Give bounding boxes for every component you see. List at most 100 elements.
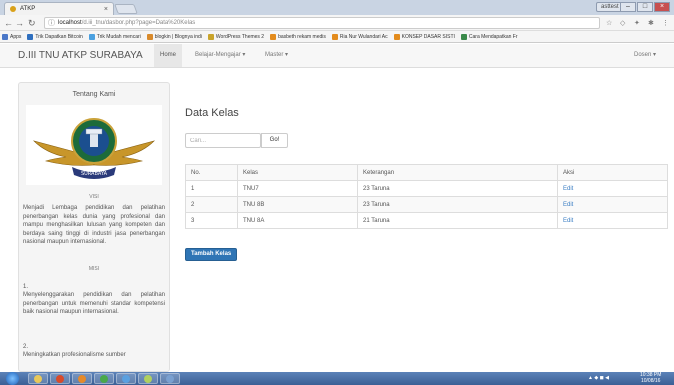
- browser-tab-strip: ATKP × asttest – □ ×: [0, 0, 674, 15]
- bookmark-label: basbeth rekam medis: [278, 33, 326, 40]
- bookmark-label: Trik Mudah mencari: [96, 33, 141, 40]
- wings-emblem-icon: SURABAYA: [32, 118, 156, 179]
- bookmark-label: Cara Mendapatkan Fr: [468, 33, 518, 40]
- minimize-button[interactable]: –: [620, 2, 636, 12]
- cell-aksi: Edit: [557, 212, 668, 229]
- maximize-button[interactable]: □: [637, 2, 653, 12]
- bookmark-label: Ria Nur Wulandari Ac: [339, 33, 388, 40]
- taskbar-media-icon[interactable]: [50, 373, 70, 384]
- nav-master[interactable]: Master ▾: [259, 44, 294, 67]
- misi-2-text: Meningkatkan profesionalisme sumber: [23, 352, 126, 358]
- kelas-table: No. Kelas Keterangan Aksi 1 TNU7 23 Taru…: [185, 164, 668, 229]
- visi-heading: VISI: [89, 194, 99, 200]
- logo-banner-text: SURABAYA: [81, 171, 108, 177]
- url-path: /d.iii_tnu/dasbor.php?page=Data%20Kelas: [81, 20, 196, 26]
- bookmarks-bar: Apps Trik Dapatkan Bitcoin Trik Mudah menc…: [0, 31, 674, 43]
- table-header-row: No. Kelas Keterangan Aksi: [185, 164, 668, 181]
- bookmark-item[interactable]: Trik Mudah mencari: [88, 33, 141, 40]
- menu-icon[interactable]: ⋮: [662, 19, 669, 27]
- bookmark-item[interactable]: Trik Dapatkan Bitcoin: [27, 33, 83, 40]
- nav-home[interactable]: Home: [154, 44, 183, 67]
- nav-belajar-mengajar[interactable]: Belajar-Mengajar ▾: [189, 44, 251, 67]
- table-row: 3 TNU 8A 21 Taruna Edit: [185, 212, 668, 229]
- bookmark-item[interactable]: Apps: [2, 33, 22, 40]
- bookmark-item[interactable]: WordPress Themes 2: [207, 33, 265, 40]
- bookmark-item[interactable]: KONSEP DASAR SISTI: [393, 33, 455, 40]
- column-header-keterangan: Keterangan: [357, 164, 558, 181]
- bookmark-favicon-icon: [393, 33, 400, 40]
- cell-keterangan: 23 Taruna: [357, 196, 558, 213]
- taskbar-network-icon[interactable]: [160, 373, 180, 384]
- nav-user-dosen[interactable]: Dosen ▾: [628, 44, 662, 67]
- taskbar-chrome-icon[interactable]: [94, 373, 114, 384]
- back-arrow-icon[interactable]: ←: [4, 17, 13, 29]
- bookmark-item[interactable]: Cara Mendapatkan Fr: [460, 33, 518, 40]
- reload-icon[interactable]: ↻: [28, 17, 36, 29]
- extension-shield-icon[interactable]: ◇: [620, 19, 625, 27]
- cell-kelas: TNU7: [237, 180, 358, 197]
- extension-puzzle-icon[interactable]: ✱: [648, 19, 654, 27]
- start-button[interactable]: [6, 372, 19, 385]
- taskbar-app-icon[interactable]: [116, 373, 136, 384]
- bookmark-label: Trik Dapatkan Bitcoin: [35, 33, 83, 40]
- taskbar-clock[interactable]: 10:38 PM 10/08/16: [640, 372, 661, 384]
- column-header-kelas: Kelas: [237, 164, 358, 181]
- bookmark-label: blogkin | Blognya indi: [154, 33, 202, 40]
- cell-kelas: TNU 8A: [237, 212, 358, 229]
- bookmark-favicon-icon: [27, 33, 34, 40]
- close-window-button[interactable]: ×: [654, 2, 670, 12]
- info-icon[interactable]: ⓘ: [48, 18, 55, 28]
- bookmark-item[interactable]: basbeth rekam medis: [270, 33, 326, 40]
- windows-taskbar: ▲ ◆ ◼ ◀ 10:38 PM 10/08/16: [0, 372, 674, 385]
- edit-link[interactable]: Edit: [563, 202, 573, 208]
- cell-no: 3: [185, 212, 238, 229]
- bookmark-favicon-icon: [88, 33, 95, 40]
- system-tray[interactable]: ▲ ◆ ◼ ◀: [588, 375, 609, 381]
- favicon-icon: [10, 6, 16, 12]
- table-row: 2 TNU 8B 23 Taruna Edit: [185, 196, 668, 213]
- search-go-button[interactable]: Go!: [261, 133, 288, 148]
- cell-no: 2: [185, 196, 238, 213]
- app-navbar: D.III TNU ATKP SURABAYA Home Belajar-Men…: [0, 44, 674, 68]
- misi-1-text: Menyelenggarakan pendidikan dan pelatiha…: [23, 292, 165, 316]
- bookmark-label: Apps: [10, 33, 22, 40]
- bookmark-item[interactable]: blogkin | Blognya indi: [146, 33, 202, 40]
- extension-icon[interactable]: ✦: [634, 19, 640, 27]
- sidebar-title: Tentang Kami: [72, 91, 116, 98]
- url-input[interactable]: ⓘ localhost /d.iii_tnu/dasbor.php?page=D…: [44, 17, 600, 29]
- taskbar-firefox-icon[interactable]: [72, 373, 92, 384]
- bookmark-label: WordPress Themes 2: [215, 33, 265, 40]
- edit-link[interactable]: Edit: [563, 218, 573, 224]
- edit-link[interactable]: Edit: [563, 186, 573, 192]
- bookmark-favicon-icon: [460, 33, 467, 40]
- table-row: 1 TNU7 23 Taruna Edit: [185, 180, 668, 197]
- cell-kelas: TNU 8B: [237, 196, 358, 213]
- new-tab-button[interactable]: [114, 4, 138, 14]
- bookmark-label: KONSEP DASAR SISTI: [401, 33, 455, 40]
- taskbar-paint-icon[interactable]: [138, 373, 158, 384]
- search-input[interactable]: [185, 133, 261, 148]
- bookmark-item[interactable]: Ria Nur Wulandari Ac: [331, 33, 388, 40]
- url-host: localhost: [58, 20, 82, 26]
- add-kelas-button[interactable]: Tambah Kelas: [185, 248, 238, 261]
- institution-logo: SURABAYA: [26, 105, 162, 185]
- forward-arrow-icon[interactable]: →: [15, 17, 24, 29]
- sidebar-about: Tentang Kami SURABAYA VISI Menjadi Lemba…: [18, 82, 170, 372]
- brand-title[interactable]: D.III TNU ATKP SURABAYA: [18, 50, 143, 61]
- cell-keterangan: 23 Taruna: [357, 180, 558, 197]
- tab-title: ATKP: [20, 6, 36, 12]
- star-icon[interactable]: ☆: [606, 19, 612, 27]
- bookmark-favicon-icon: [146, 33, 153, 40]
- cell-no: 1: [185, 180, 238, 197]
- bookmark-favicon-icon: [270, 33, 277, 40]
- misi-heading: MISI: [88, 266, 100, 272]
- browser-tab[interactable]: ATKP ×: [4, 2, 114, 15]
- cell-keterangan: 21 Taruna: [357, 212, 558, 229]
- cell-aksi: Edit: [557, 180, 668, 197]
- column-header-aksi: Aksi: [557, 164, 668, 181]
- address-bar: ← → ↻ ⓘ localhost /d.iii_tnu/dasbor.php?…: [0, 15, 674, 31]
- bookmark-favicon-icon: [207, 33, 214, 40]
- taskbar-explorer-icon[interactable]: [28, 373, 48, 384]
- page-title: Data Kelas: [185, 107, 239, 119]
- close-tab-icon[interactable]: ×: [104, 6, 108, 13]
